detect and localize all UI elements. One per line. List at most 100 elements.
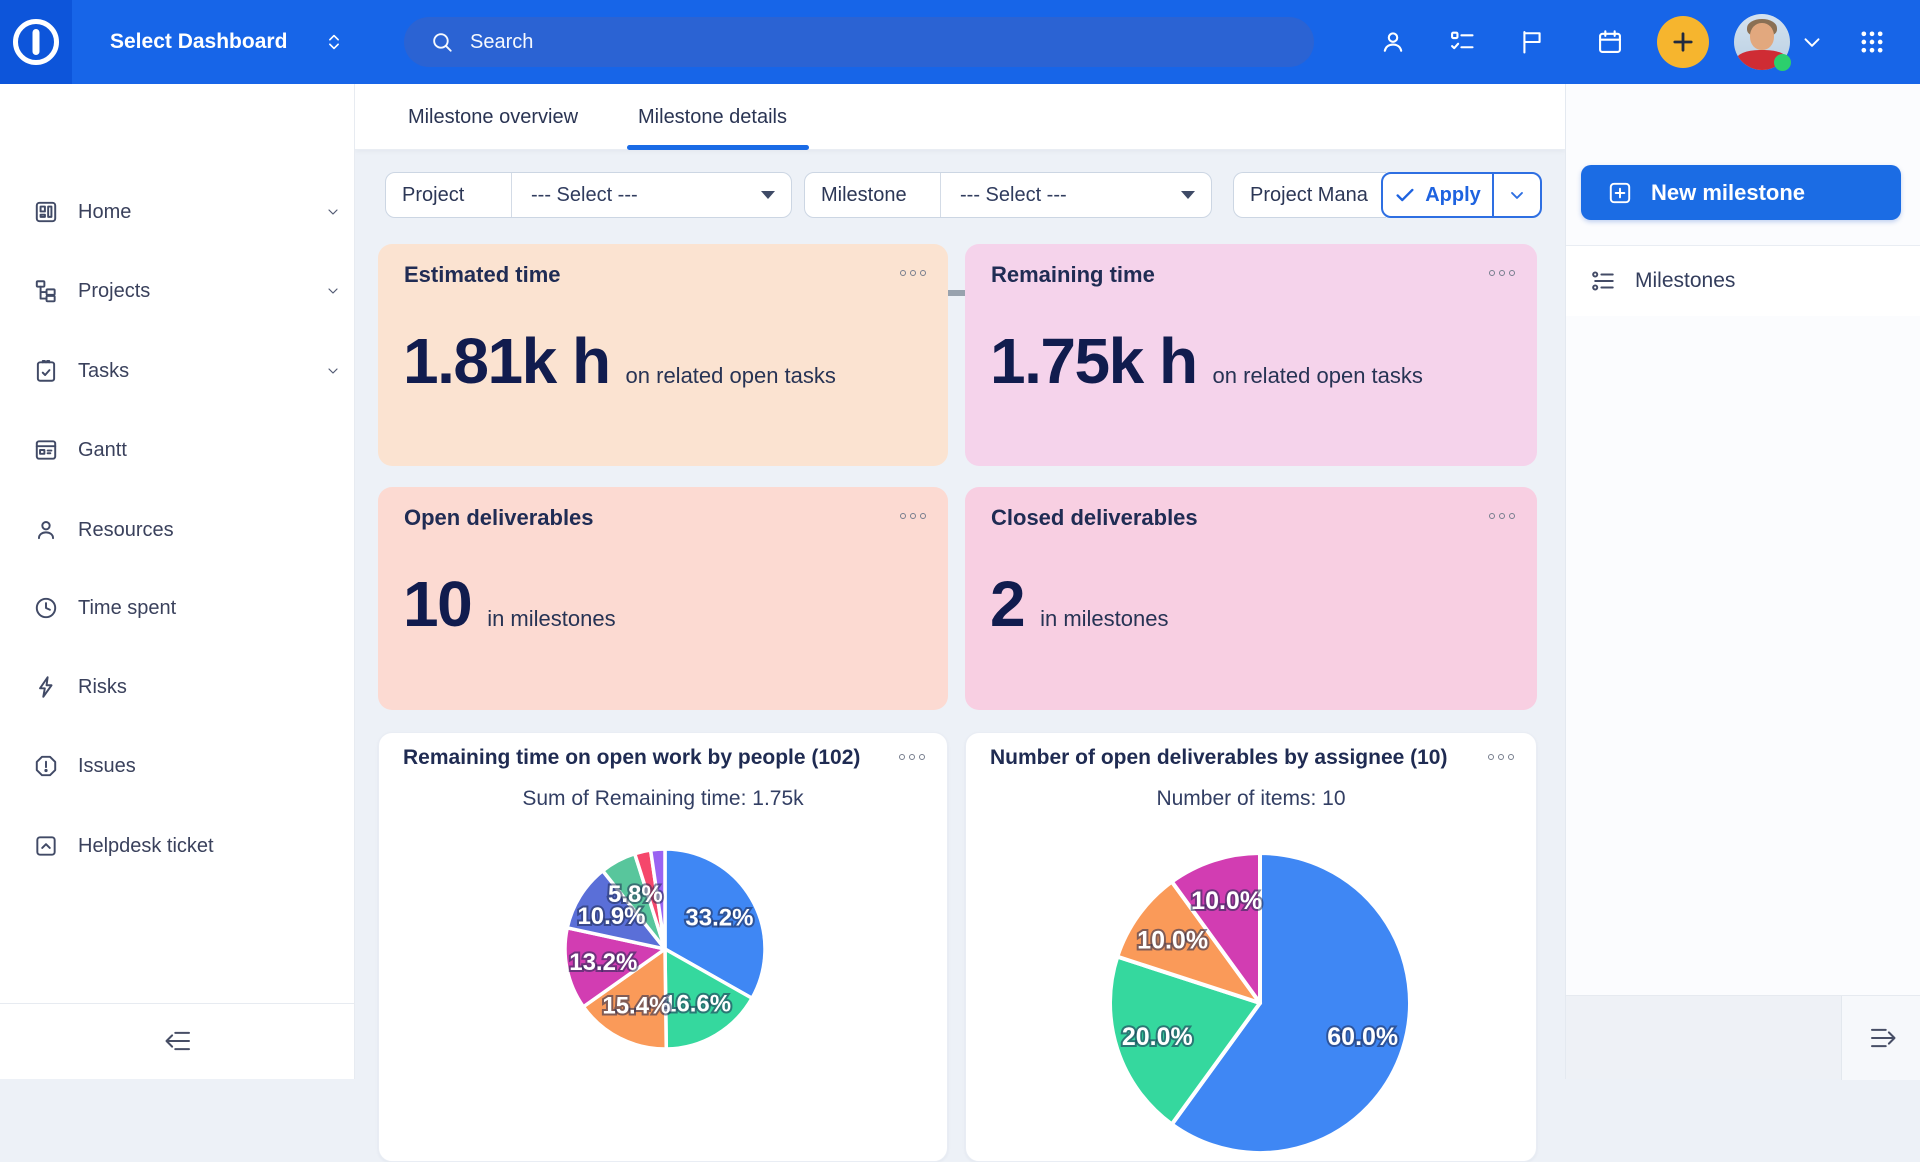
expand-panel-button[interactable]: [1841, 996, 1920, 1080]
pie-slice-label: 20.0%: [1122, 1023, 1193, 1051]
sidebar-footer: [0, 1003, 355, 1079]
kpi-value: 2: [990, 567, 1024, 641]
app-logo[interactable]: [0, 0, 72, 84]
main-content: Milestone overview Milestone details Pro…: [355, 84, 1565, 1079]
pie-slice-label: 60.0%: [1327, 1023, 1398, 1051]
milestone-select[interactable]: --- Select ---: [960, 184, 1067, 207]
kebab-menu[interactable]: [1489, 513, 1515, 519]
selector-updown-icon: [323, 31, 345, 53]
chevron-down-icon[interactable]: [1799, 29, 1825, 55]
kpi-caption: in milestones: [1040, 606, 1168, 632]
apply-button[interactable]: Apply: [1383, 174, 1494, 216]
chart-title: Number of open deliverables by assignee …: [990, 746, 1447, 770]
chevron-down-icon[interactable]: [325, 283, 341, 299]
kebab-menu[interactable]: [1489, 270, 1515, 276]
clock-icon: [33, 595, 59, 621]
resources-icon: [33, 517, 59, 543]
kpi-value: 10: [403, 567, 471, 641]
kebab-menu[interactable]: [900, 270, 926, 276]
tab-bar: Milestone overview Milestone details: [355, 84, 1565, 150]
kpi-title: Remaining time: [991, 262, 1155, 288]
kpi-title: Closed deliverables: [991, 505, 1198, 531]
kebab-menu[interactable]: [899, 754, 925, 760]
collapse-right-panel-icon: [1863, 1023, 1901, 1053]
pie-slice-label: 10.0%: [1191, 887, 1262, 915]
pie-slice-label: 33.2%: [685, 905, 753, 932]
tab-milestone-overview[interactable]: Milestone overview: [396, 84, 590, 150]
project-manager-filter[interactable]: Project Mana: [1233, 172, 1386, 218]
sidebar-item-home[interactable]: Home: [0, 190, 355, 234]
sidebar-item-issues[interactable]: Issues: [0, 744, 355, 788]
add-button[interactable]: [1657, 16, 1709, 68]
plus-icon: [1669, 28, 1697, 56]
flag-icon[interactable]: [1518, 28, 1546, 56]
kpi-caption: on related open tasks: [1213, 363, 1423, 389]
dashboard-selector-label: Select Dashboard: [110, 30, 287, 54]
project-filter: Project --- Select ---: [385, 172, 792, 218]
sidebar-item-risks[interactable]: Risks: [0, 665, 355, 709]
chart-card-remaining-time-by-people: Remaining time on open work by people (1…: [378, 732, 948, 1162]
chart-title: Remaining time on open work by people (1…: [403, 746, 860, 770]
collapse-sidebar-icon[interactable]: [160, 1026, 198, 1056]
plus-square-icon: [1607, 180, 1633, 206]
right-panel-footer: [1566, 995, 1920, 1079]
pie-slice-label: 15.4%: [602, 993, 670, 1020]
milestone-filter-label: Milestone: [805, 184, 907, 207]
check-icon: [1394, 184, 1416, 206]
kpi-caption: on related open tasks: [626, 363, 836, 389]
chart-subtitle: Number of items: 10: [966, 787, 1536, 811]
gantt-icon: [33, 437, 59, 463]
chart-subtitle: Sum of Remaining time: 1.75k: [379, 787, 947, 811]
kpi-card-open-deliverables: Open deliverables 10 in milestones: [378, 487, 948, 710]
sidebar-item-time-spent[interactable]: Time spent: [0, 586, 355, 630]
kebab-menu[interactable]: [900, 513, 926, 519]
tab-milestone-details[interactable]: Milestone details: [627, 84, 798, 150]
sidebar-item-gantt[interactable]: Gantt: [0, 428, 355, 472]
kpi-card-closed-deliverables: Closed deliverables 2 in milestones: [965, 487, 1537, 710]
pie-slice-label: 10.0%: [1137, 926, 1208, 954]
project-manager-filter-label: Project Mana: [1234, 184, 1368, 207]
search-input[interactable]: Search: [404, 17, 1314, 67]
risks-icon: [33, 674, 59, 700]
milestone-select-caret-icon[interactable]: [1181, 191, 1195, 199]
pie-chart-open-deliverables[interactable]: 60.0% 20.0% 10.0% 10.0%: [1105, 848, 1415, 1158]
projects-icon: [33, 278, 59, 304]
sidebar-item-resources[interactable]: Resources: [0, 508, 355, 552]
kpi-card-estimated-time: Estimated time 1.81k h on related open t…: [378, 244, 948, 466]
chevron-down-icon[interactable]: [325, 363, 341, 379]
checklist-icon[interactable]: [1448, 28, 1476, 56]
right-panel: New milestone Milestones: [1565, 84, 1920, 1079]
pie-slice-label: 5.8%: [608, 881, 663, 908]
user-icon[interactable]: [1379, 28, 1407, 56]
issues-icon: [33, 753, 59, 779]
sidebar-item-helpdesk-ticket[interactable]: Helpdesk ticket: [0, 824, 355, 868]
dashboard-selector[interactable]: Select Dashboard: [110, 0, 345, 84]
chevron-down-icon: [1507, 185, 1527, 205]
new-milestone-button[interactable]: New milestone: [1581, 165, 1901, 220]
pie-slice-label: 16.6%: [663, 991, 731, 1018]
pie-chart-remaining-time[interactable]: 33.2%16.6%15.4%13.2%10.9%5.8%: [560, 844, 770, 1054]
kpi-title: Estimated time: [404, 262, 561, 288]
search-icon: [430, 30, 455, 55]
kebab-menu[interactable]: [1488, 754, 1514, 760]
online-status-dot: [1774, 54, 1791, 71]
tasks-icon: [33, 358, 59, 384]
calendar-icon[interactable]: [1596, 28, 1624, 56]
brand-logo-icon: [9, 15, 63, 69]
project-select[interactable]: --- Select ---: [531, 184, 638, 207]
sidebar-item-projects[interactable]: Projects: [0, 269, 355, 313]
sidebar-item-tasks[interactable]: Tasks: [0, 349, 355, 393]
apply-split-button: Apply: [1381, 172, 1542, 218]
project-filter-label: Project: [386, 184, 464, 207]
apps-grid-icon[interactable]: [1858, 28, 1886, 56]
sidebar: Home Projects Tasks Gantt: [0, 84, 355, 1079]
apply-options-button[interactable]: [1494, 174, 1540, 216]
kpi-title: Open deliverables: [404, 505, 594, 531]
kpi-value: 1.75k h: [990, 324, 1197, 398]
helpdesk-icon: [33, 833, 59, 859]
project-select-caret-icon[interactable]: [761, 191, 775, 199]
kpi-caption: in milestones: [487, 606, 615, 632]
chevron-down-icon[interactable]: [325, 204, 341, 220]
panel-item-milestones[interactable]: Milestones: [1566, 246, 1920, 316]
milestone-filter: Milestone --- Select ---: [804, 172, 1212, 218]
